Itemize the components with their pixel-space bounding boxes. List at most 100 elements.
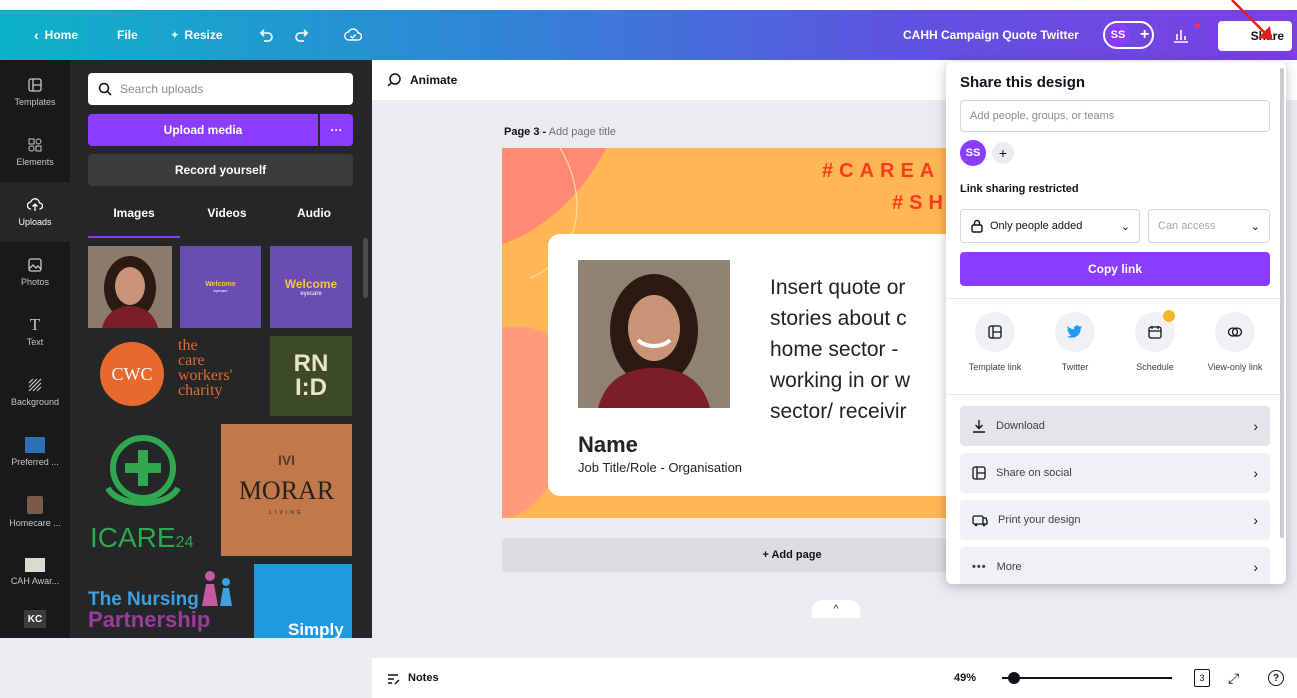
upload-media-button[interactable]: Upload media bbox=[88, 114, 318, 146]
view-only-link-icon bbox=[1227, 327, 1243, 337]
person-name[interactable]: Name bbox=[578, 432, 638, 458]
upload-thumb-simply[interactable]: Simply bbox=[254, 564, 352, 638]
sidebar-item-cah-awards[interactable]: CAH Awar... bbox=[0, 542, 70, 602]
animate-icon bbox=[387, 73, 401, 87]
row-label: More bbox=[996, 561, 1022, 573]
page-title-row[interactable]: Page 3 - Add page title bbox=[504, 126, 616, 138]
page-count-button[interactable]: 3 bbox=[1194, 669, 1210, 687]
quote-text[interactable]: Insert quote or stories about c home sec… bbox=[770, 272, 910, 427]
file-menu-button[interactable]: File bbox=[117, 28, 138, 42]
avatar: SS bbox=[1106, 23, 1130, 47]
sidebar-item-background[interactable]: Background bbox=[0, 362, 70, 422]
quote-photo[interactable] bbox=[578, 260, 730, 408]
view-only-link-action[interactable]: View-only link bbox=[1195, 312, 1275, 372]
avatar[interactable]: SS bbox=[960, 140, 986, 166]
search-uploads-input[interactable]: Search uploads bbox=[88, 73, 353, 105]
sidebar-item-photos[interactable]: Photos bbox=[0, 242, 70, 302]
zoom-slider[interactable] bbox=[1002, 672, 1172, 684]
save-status-button[interactable] bbox=[344, 27, 362, 43]
cwc-word: care bbox=[178, 352, 205, 369]
thumb-text: eyecare bbox=[213, 288, 228, 293]
share-panel-scrollbar[interactable] bbox=[1280, 68, 1284, 538]
tab-audio[interactable]: Audio bbox=[274, 206, 354, 230]
canvas-scroll-indicator[interactable]: ^ bbox=[812, 600, 860, 618]
annotation-arrow bbox=[1231, 0, 1272, 40]
sidebar-item-kc[interactable]: KC bbox=[0, 602, 70, 662]
print-icon bbox=[972, 515, 988, 527]
add-people-input[interactable]: Add people, groups, or teams bbox=[960, 100, 1270, 132]
chevron-left-icon: ‹ bbox=[34, 27, 39, 43]
animate-button[interactable]: Animate bbox=[386, 72, 457, 88]
zoom-slider-handle[interactable] bbox=[1007, 672, 1020, 684]
copy-link-button[interactable]: Copy link bbox=[960, 252, 1270, 286]
record-yourself-button[interactable]: Record yourself bbox=[88, 154, 353, 186]
home-button[interactable]: ‹ Home bbox=[34, 27, 78, 43]
cwc-text: CWC bbox=[111, 363, 153, 384]
collaborators[interactable]: SS + bbox=[1103, 21, 1155, 49]
chevron-right-icon: › bbox=[1253, 559, 1258, 575]
sidebar-item-templates[interactable]: Templates bbox=[0, 62, 70, 122]
thumb-text: RN bbox=[293, 350, 329, 377]
window-top-edge bbox=[0, 0, 1297, 10]
download-icon bbox=[973, 420, 985, 433]
tab-videos[interactable]: Videos bbox=[182, 206, 272, 230]
upload-thumb-rnid[interactable]: RN I:D bbox=[270, 336, 352, 416]
template-link-action[interactable]: Template link bbox=[955, 312, 1035, 372]
twitter-action[interactable]: Twitter bbox=[1035, 312, 1115, 372]
resize-button[interactable]: ✦ Resize bbox=[171, 28, 223, 42]
folder-thumbnail bbox=[25, 558, 45, 572]
design-page[interactable]: #CAREA #SH Insert quote or stories about… bbox=[502, 148, 1022, 518]
sidebar-item-elements[interactable]: Elements bbox=[0, 122, 70, 182]
uploads-panel: Search uploads Upload media ··· Record y… bbox=[70, 60, 372, 638]
permission-select[interactable]: Can access ⌄ bbox=[1148, 209, 1270, 243]
tab-images[interactable]: Images bbox=[88, 206, 180, 238]
background-icon bbox=[28, 378, 42, 392]
sidebar-item-homecare[interactable]: Homecare ... bbox=[0, 482, 70, 542]
upload-thumb-welcome-2[interactable]: Welcome eyecare bbox=[270, 246, 352, 328]
sidebar-label: CAH Awar... bbox=[10, 576, 60, 586]
action-label: Twitter bbox=[1061, 362, 1089, 372]
document-title[interactable]: CAHH Campaign Quote Twitter bbox=[903, 28, 1079, 42]
link-access-select[interactable]: Only people added ⌄ bbox=[960, 209, 1140, 243]
redo-icon bbox=[295, 29, 309, 42]
panel-scrollbar[interactable] bbox=[363, 238, 368, 298]
upload-thumb-nursing[interactable]: The Nursing Partnership bbox=[88, 564, 248, 638]
add-person-button[interactable]: + bbox=[992, 142, 1014, 164]
search-icon bbox=[98, 82, 112, 96]
help-button[interactable]: ? bbox=[1268, 670, 1284, 686]
upload-more-button[interactable]: ··· bbox=[320, 114, 353, 146]
icare-wordmark: ICARE24 bbox=[90, 522, 193, 554]
person-job-title[interactable]: Job Title/Role - Organisation bbox=[578, 460, 742, 475]
upload-thumb-welcome-1[interactable]: Welcome eyecare bbox=[180, 246, 261, 328]
sidebar-item-uploads[interactable]: Uploads bbox=[0, 182, 70, 242]
nursing-wordmark: The Nursing Partnership bbox=[88, 590, 210, 631]
print-design-row[interactable]: Print your design › bbox=[960, 500, 1270, 540]
undo-button[interactable] bbox=[258, 27, 274, 43]
document-title-text: CAHH Campaign Quote Twitter bbox=[903, 28, 1079, 42]
sidebar-item-text[interactable]: T Text bbox=[0, 302, 70, 362]
shared-with-row: SS + bbox=[960, 140, 1014, 166]
templates-icon bbox=[28, 78, 42, 92]
upload-thumb-morar[interactable]: IVI MORAR LIVING bbox=[221, 424, 352, 556]
insights-button[interactable] bbox=[1172, 23, 1200, 43]
photos-icon bbox=[28, 258, 42, 272]
thumb-text: Simply bbox=[288, 620, 344, 638]
zoom-level[interactable]: 49% bbox=[954, 672, 976, 684]
upload-thumb-portrait[interactable] bbox=[88, 246, 172, 328]
upload-thumb-icare24[interactable]: ICARE24 bbox=[88, 424, 218, 556]
sidebar-item-preferred[interactable]: Preferred ... bbox=[0, 422, 70, 482]
copy-link-label: Copy link bbox=[1087, 262, 1142, 276]
thumb-text: Welcome bbox=[205, 281, 236, 288]
twitter-icon bbox=[1067, 325, 1083, 338]
plus-icon: + bbox=[998, 145, 1008, 161]
redo-button[interactable] bbox=[294, 27, 310, 43]
tab-label: Images bbox=[113, 206, 155, 220]
upload-thumb-cwc[interactable]: CWC the care workers' charity bbox=[88, 336, 260, 416]
top-toolbar: ‹ Home File ✦ Resize CAHH Campaign Quote… bbox=[0, 10, 1297, 60]
schedule-action[interactable]: Schedule bbox=[1115, 310, 1195, 372]
share-on-social-row[interactable]: Share on social › bbox=[960, 453, 1270, 493]
notes-button[interactable]: Notes bbox=[386, 671, 439, 685]
download-row[interactable]: Download › bbox=[960, 406, 1270, 446]
more-row[interactable]: ••• More › bbox=[960, 547, 1270, 584]
fullscreen-button[interactable]: ⤢ bbox=[1228, 670, 1239, 687]
